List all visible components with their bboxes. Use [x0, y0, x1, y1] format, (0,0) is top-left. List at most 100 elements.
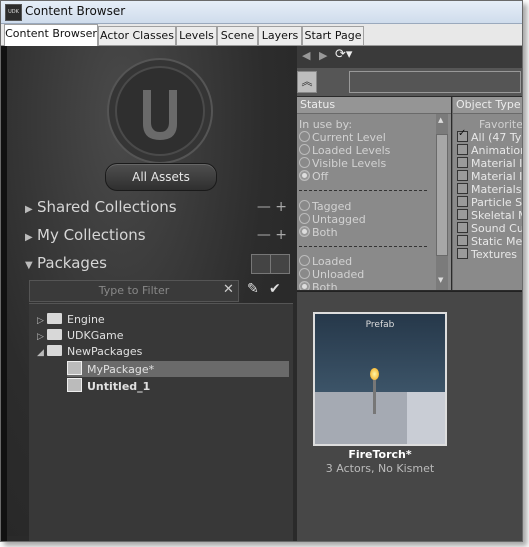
tab-levels[interactable]: Levels	[176, 26, 217, 45]
radio-selected-icon	[299, 170, 310, 181]
tab-start-page[interactable]: Start Page	[302, 26, 364, 45]
folder-icon	[47, 345, 62, 356]
packages-header[interactable]: ▼ Packages	[25, 254, 107, 272]
checkbox-icon	[457, 222, 468, 233]
scroll-down-icon[interactable]: ▼	[438, 276, 443, 284]
type-animation[interactable]: Animation	[457, 144, 522, 157]
shared-collections-header[interactable]: ▶ Shared Collections	[25, 198, 177, 216]
udk-app-icon: UDK	[5, 4, 22, 21]
radio-icon	[299, 200, 310, 211]
checkbox-icon	[457, 248, 468, 259]
back-arrow-icon[interactable]: ◀	[302, 49, 310, 62]
tagged-radio[interactable]: Tagged	[299, 200, 351, 213]
unloaded-radio[interactable]: Unloaded	[299, 268, 364, 281]
checkbox-icon	[457, 144, 468, 155]
type-materials[interactable]: Materials	[457, 183, 521, 196]
loaded-levels-radio[interactable]: Loaded Levels	[299, 144, 390, 157]
pencil-icon[interactable]: ✎	[247, 281, 259, 297]
view-mode-buttons	[251, 254, 290, 274]
folder-icon	[47, 329, 62, 340]
asset-name: FireTorch*	[348, 448, 412, 461]
untagged-radio[interactable]: Untagged	[299, 213, 366, 226]
expand-arrow-icon: ▶	[25, 232, 33, 243]
tree-node-mypackage[interactable]: MyPackage*	[67, 361, 289, 377]
object-type-header: Object Type	[453, 97, 522, 114]
content-browser-window: UDK Content Browser Content Browser Acto…	[0, 0, 523, 542]
unreal-logo-icon	[107, 58, 213, 164]
collapse-triangle-icon[interactable]: ◢	[37, 345, 47, 361]
checkbox-icon	[457, 170, 468, 181]
title-bar: UDK Content Browser	[1, 1, 522, 24]
off-radio[interactable]: Off	[299, 170, 328, 183]
tree-node-udkgame[interactable]: ▷ UDKGame	[37, 328, 123, 344]
type-particle-system[interactable]: Particle Sys	[457, 196, 522, 209]
status-header: Status	[297, 97, 451, 114]
both-radio[interactable]: Both	[299, 226, 338, 239]
packages-panel: All Assets ▶ Shared Collections — + ▶ My C…	[7, 46, 293, 541]
type-all[interactable]: All (47 Typ	[457, 128, 522, 144]
status-scrollbar[interactable]: ▲ ▼	[436, 114, 448, 290]
asset-view: Prefab FireTorch* 3 Actors, No Kismet	[297, 291, 522, 541]
forward-arrow-icon[interactable]: ▶	[319, 49, 327, 62]
my-collections-header[interactable]: ▶ My Collections	[25, 226, 146, 244]
type-sound-cue[interactable]: Sound Cue	[457, 222, 522, 235]
prefab-badge: Prefab	[365, 320, 395, 330]
tab-scene[interactable]: Scene	[217, 26, 258, 45]
type-skeletal-mesh[interactable]: Skeletal Me	[457, 209, 522, 222]
thumbnail-wall	[407, 392, 445, 444]
type-material-instance-2[interactable]: Material In	[457, 170, 522, 183]
search-bar: ︽	[297, 68, 522, 96]
type-material-instance-1[interactable]: Material In	[457, 157, 522, 170]
current-level-radio[interactable]: Current Level	[299, 131, 386, 144]
type-static-mesh[interactable]: Static Mesh	[457, 235, 522, 248]
visible-levels-radio[interactable]: Visible Levels	[299, 157, 386, 170]
tab-bar: Content Browser Actor Classes Levels Sce…	[1, 24, 522, 46]
radio-icon	[299, 131, 310, 142]
tree-node-newpackages[interactable]: ◢ NewPackages	[37, 344, 142, 360]
asset-thumbnail[interactable]: Prefab	[313, 312, 447, 446]
clear-filter-icon[interactable]: ✕	[223, 282, 234, 297]
tab-actor-classes[interactable]: Actor Classes	[98, 26, 176, 45]
tree-view-icon[interactable]	[251, 254, 271, 274]
checkbox-icon	[457, 183, 468, 194]
expand-triangle-icon[interactable]: ▷	[37, 329, 47, 345]
scroll-thumb[interactable]	[436, 134, 448, 256]
asset-description: 3 Actors, No Kismet	[325, 462, 435, 475]
favorites-label: Favorite	[479, 118, 523, 131]
type-textures[interactable]: Textures	[457, 248, 517, 261]
divider	[299, 246, 427, 247]
tab-content-browser[interactable]: Content Browser	[4, 24, 98, 46]
status-filter-panel: Status In use by: Current Level Loaded L…	[297, 97, 451, 290]
in-use-by-label: In use by:	[299, 118, 353, 131]
tree-node-untitled[interactable]: Untitled_1	[67, 378, 150, 394]
scroll-up-icon[interactable]: ▲	[438, 116, 443, 124]
both-loaded-radio[interactable]: Both	[299, 281, 338, 290]
list-view-icon[interactable]	[270, 254, 290, 274]
torch-flame-icon	[370, 368, 379, 380]
expand-triangle-icon[interactable]: ▷	[37, 313, 47, 329]
collapse-filters-icon[interactable]: ︽	[297, 71, 317, 93]
tab-layers[interactable]: Layers	[258, 26, 302, 45]
radio-icon	[299, 268, 310, 279]
checkbox-icon	[457, 196, 468, 207]
refresh-icon[interactable]: ⟳▾	[335, 47, 352, 62]
checkbox-checked-icon	[457, 128, 468, 142]
loaded-radio[interactable]: Loaded	[299, 255, 352, 268]
expand-arrow-icon: ▶	[25, 204, 33, 215]
torch-pole	[373, 376, 376, 414]
divider	[299, 190, 427, 191]
folder-icon	[47, 313, 62, 324]
filter-input[interactable]: Type to Filter	[29, 280, 239, 302]
tree-node-engine[interactable]: ▷ Engine	[37, 312, 105, 328]
checkbox-icon	[457, 157, 468, 168]
radio-selected-icon	[299, 226, 310, 237]
shared-collections-add-remove[interactable]: — +	[257, 199, 287, 215]
checkmark-icon[interactable]: ✔	[269, 281, 281, 297]
radio-icon	[299, 144, 310, 155]
object-type-panel: Object Type Favorite All (47 Typ Animati…	[452, 97, 523, 290]
radio-selected-icon	[299, 281, 310, 290]
search-input[interactable]	[349, 71, 521, 93]
my-collections-add-remove[interactable]: — +	[257, 227, 287, 243]
window-title: Content Browser	[25, 4, 126, 18]
all-assets-button[interactable]: All Assets	[105, 163, 217, 191]
